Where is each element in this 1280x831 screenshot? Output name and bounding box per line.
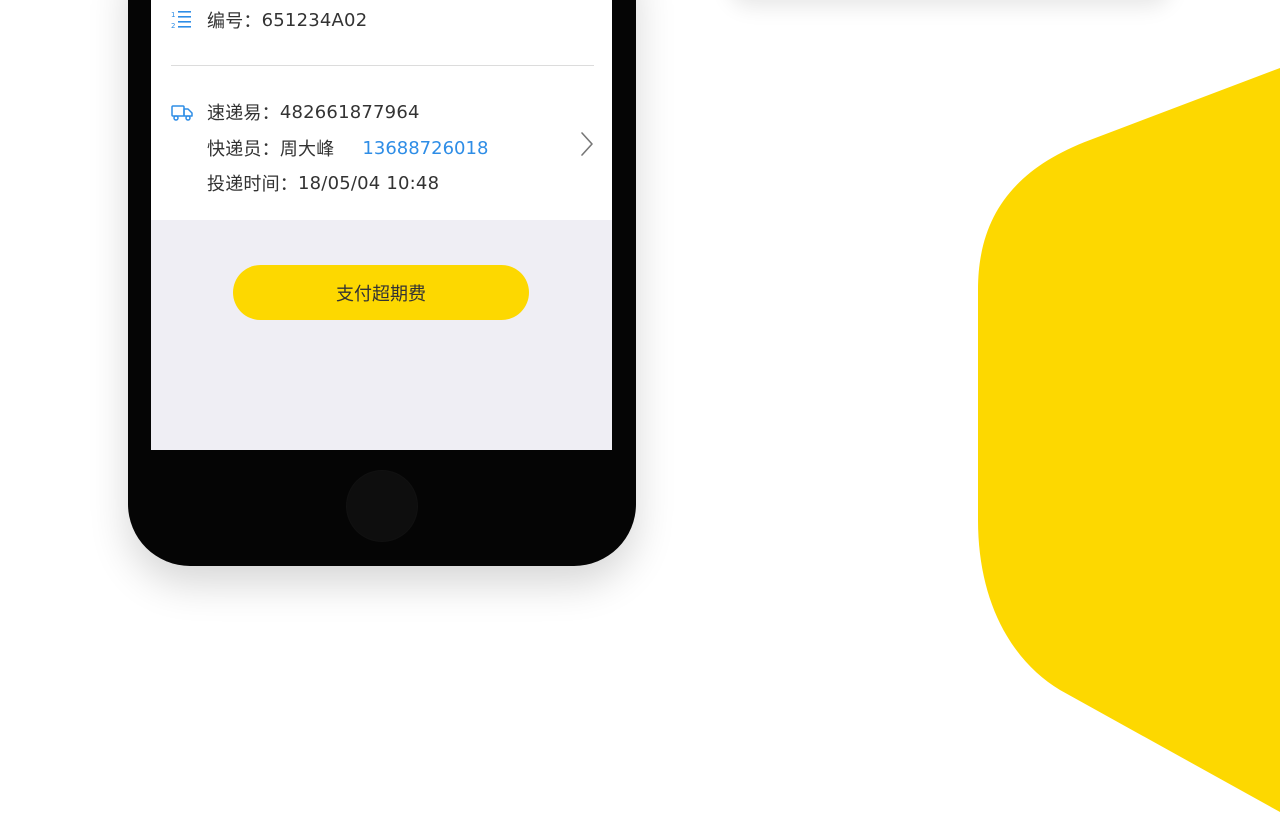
delivery-card[interactable]: 1 2 编号： 651234A02 速递易： 482661877964 快递员：… <box>151 0 612 220</box>
number-row: 1 2 编号： 651234A02 <box>171 8 368 33</box>
pay-overtime-fee-button[interactable]: 支付超期费 <box>233 265 529 320</box>
phone-device: 1 2 编号： 651234A02 速递易： 482661877964 快递员：… <box>128 0 636 566</box>
courier-label: 快递员： <box>207 139 280 160</box>
svg-text:1: 1 <box>171 11 175 19</box>
courier-company-value: 482661877964 <box>279 101 420 123</box>
delivery-time-label: 投递时间： <box>207 174 298 195</box>
courier-company-row: 速递易： 482661877964 <box>207 100 420 125</box>
delivery-time-row: 投递时间： 18/05/04 10:48 <box>207 171 440 196</box>
divider <box>171 65 594 66</box>
courier-name: 周大峰 <box>279 139 335 160</box>
phone-screen: 1 2 编号： 651234A02 速递易： 482661877964 快递员：… <box>151 0 612 450</box>
numbered-list-icon: 1 2 <box>171 11 191 30</box>
delivery-time-value: 18/05/04 10:48 <box>298 172 440 194</box>
courier-company-label: 速递易： <box>207 103 280 124</box>
svg-text:2: 2 <box>171 22 175 30</box>
home-button[interactable] <box>346 470 418 542</box>
courier-row: 快递员： 周大峰 13688726018 <box>207 136 488 161</box>
courier-phone-link[interactable]: 13688726018 <box>362 138 488 159</box>
number-label: 编号： <box>207 11 262 32</box>
number-value: 651234A02 <box>261 9 368 31</box>
stage: 1 2 编号： 651234A02 速递易： 482661877964 快递员：… <box>0 0 1280 831</box>
truck-icon <box>171 105 193 121</box>
chevron-right-icon[interactable] <box>579 130 595 158</box>
